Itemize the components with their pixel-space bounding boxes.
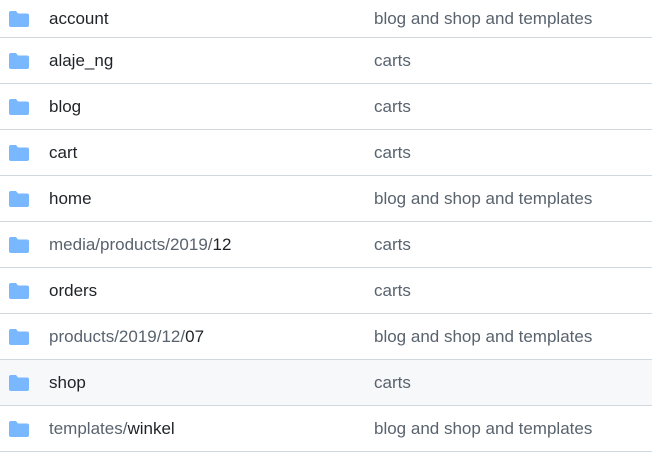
table-row[interactable]: products/2019/12/07 blog and shop and te…	[0, 314, 652, 360]
table-row[interactable]: orders carts	[0, 268, 652, 314]
directory-name: account	[49, 8, 109, 28]
directory-path-prefix: templates/	[49, 418, 128, 438]
table-row[interactable]: cart carts	[0, 130, 652, 176]
commit-message-link[interactable]: carts	[374, 235, 411, 255]
commit-message-link[interactable]: blog and shop and templates	[374, 9, 592, 29]
commit-message-link[interactable]: carts	[374, 51, 411, 71]
directory-name-link[interactable]: media/products/2019/12	[49, 235, 231, 255]
table-row[interactable]: alaje_ng carts	[0, 38, 652, 84]
folder-icon	[9, 98, 29, 115]
folder-icon	[9, 236, 29, 253]
folder-icon	[9, 420, 29, 437]
directory-name: home	[49, 188, 92, 208]
commit-message-link[interactable]: carts	[374, 143, 411, 163]
table-row[interactable]: account blog and shop and templates	[0, 0, 652, 38]
table-row[interactable]: templates/winkel blog and shop and templ…	[0, 406, 652, 452]
table-row[interactable]: media/products/2019/12 carts	[0, 222, 652, 268]
directory-name: winkel	[127, 418, 175, 438]
directory-name-link[interactable]: alaje_ng	[49, 51, 113, 71]
table-row[interactable]: shop carts	[0, 360, 652, 406]
directory-name-link[interactable]: cart	[49, 143, 77, 163]
table-row[interactable]: blog carts	[0, 84, 652, 130]
folder-icon	[9, 374, 29, 391]
table-row[interactable]: home blog and shop and templates	[0, 176, 652, 222]
folder-icon	[9, 10, 29, 27]
directory-path-prefix: products/2019/12/	[49, 326, 186, 346]
folder-icon	[9, 190, 29, 207]
commit-message-link[interactable]: carts	[374, 281, 411, 301]
commit-message-link[interactable]: blog and shop and templates	[374, 419, 592, 439]
commit-message-link[interactable]: blog and shop and templates	[374, 327, 592, 347]
directory-name-link[interactable]: orders	[49, 281, 97, 301]
directory-path-prefix: media/products/2019/	[49, 234, 213, 254]
directory-name: alaje_ng	[49, 50, 114, 70]
directory-name-link[interactable]: templates/winkel	[49, 419, 175, 439]
file-list: account blog and shop and templates alaj…	[0, 0, 652, 452]
folder-icon	[9, 144, 29, 161]
folder-icon	[9, 52, 29, 69]
directory-name: 12	[212, 234, 232, 254]
directory-name: blog	[49, 96, 82, 116]
directory-name-link[interactable]: account	[49, 9, 109, 29]
directory-name: 07	[185, 326, 205, 346]
directory-name: shop	[49, 372, 86, 392]
directory-name-link[interactable]: shop	[49, 373, 86, 393]
folder-icon	[9, 328, 29, 345]
directory-name-link[interactable]: home	[49, 189, 92, 209]
commit-message-link[interactable]: blog and shop and templates	[374, 189, 592, 209]
commit-message-link[interactable]: carts	[374, 373, 411, 393]
commit-message-link[interactable]: carts	[374, 97, 411, 117]
directory-name-link[interactable]: blog	[49, 97, 81, 117]
folder-icon	[9, 282, 29, 299]
directory-name: orders	[49, 280, 98, 300]
directory-name-link[interactable]: products/2019/12/07	[49, 327, 204, 347]
directory-name: cart	[49, 142, 78, 162]
